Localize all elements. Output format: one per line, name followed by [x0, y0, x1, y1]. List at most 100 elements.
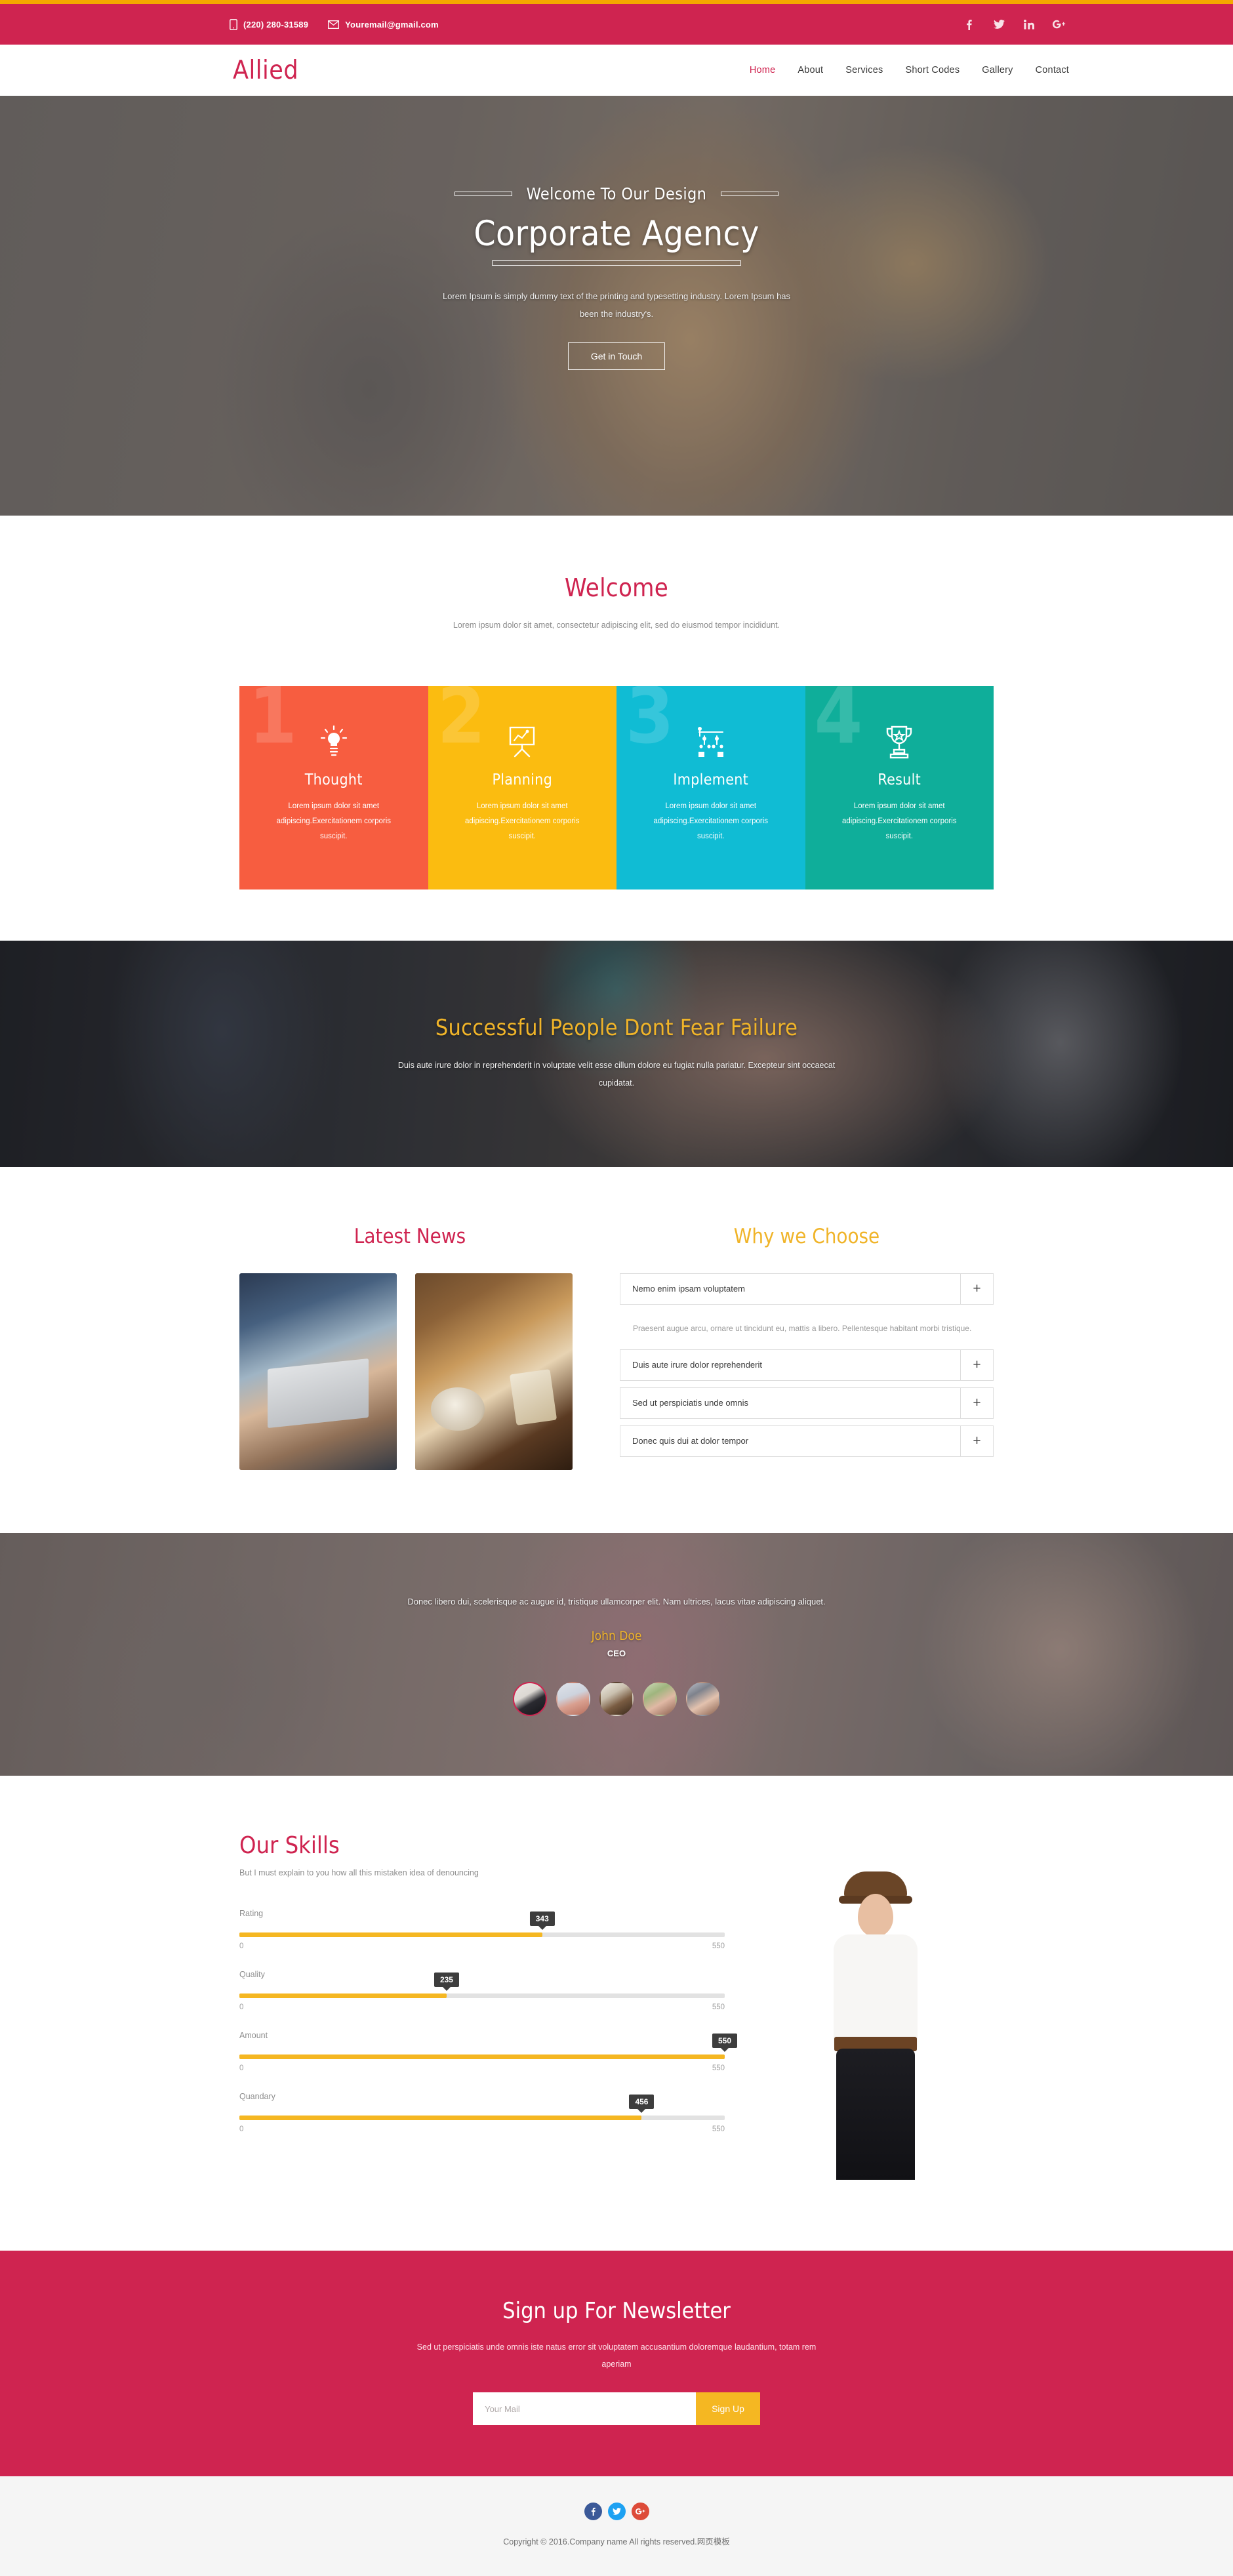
card-title: Thought: [304, 771, 363, 788]
avatar-5[interactable]: [686, 1681, 720, 1716]
plus-icon[interactable]: +: [960, 1387, 993, 1418]
card-title: Planning: [492, 771, 553, 788]
email-contact[interactable]: Youremail@gmail.com: [328, 20, 439, 30]
hero-title: Corporate Agency: [474, 214, 759, 254]
feature-card-thought[interactable]: 1 Thought Lorem ipsum dolor sit amet adi…: [239, 685, 428, 889]
site-logo[interactable]: Allied: [233, 58, 298, 83]
skill-slider-quality: Quality 235 0 550: [239, 1970, 725, 2011]
parallax-title: Successful People Dont Fear Failure: [435, 1014, 798, 1041]
news-and-faq-section: Latest News Why we Choose Nemo enim ipsa…: [0, 1166, 1233, 1533]
news-image-list: [239, 1273, 580, 1470]
trophy-icon: [829, 722, 971, 762]
presentation-board-icon: [452, 722, 594, 762]
skill-slider-quandary: Quandary 456 0 550: [239, 2092, 725, 2133]
slider-fill: [239, 1932, 542, 1937]
skills-content: Our Skills But I must explain to you how…: [239, 1831, 738, 2153]
hero-kicker-row: Welcome To Our Design: [289, 184, 944, 203]
footer-social-group: [0, 2503, 1233, 2520]
email-address: Youremail@gmail.com: [345, 19, 439, 30]
slider-value-bubble: 343: [529, 1911, 555, 1926]
testimonial-avatar-list: [367, 1681, 866, 1716]
plus-icon[interactable]: +: [960, 1425, 993, 1456]
hero-content: Welcome To Our Design Corporate Agency L…: [289, 96, 944, 371]
news-image-laptop-hands[interactable]: [239, 1273, 397, 1470]
accordion-item-4[interactable]: Donec quis dui at dolor tempor +: [620, 1425, 994, 1457]
slider-min: 0: [239, 2003, 244, 2011]
accordion-item-3[interactable]: Sed ut perspiciatis unde omnis +: [620, 1387, 994, 1419]
twitter-icon[interactable]: [992, 20, 1005, 29]
news-faq-wrapper: Latest News Why we Choose Nemo enim ipsa…: [239, 1225, 994, 1470]
accordion-item-1[interactable]: Nemo enim ipsam voluptatem +: [620, 1273, 994, 1305]
sign-up-button[interactable]: Sign Up: [696, 2392, 760, 2425]
twitter-icon[interactable]: [607, 2503, 626, 2520]
card-title: Result: [878, 771, 921, 788]
newsletter-email-input[interactable]: [473, 2392, 697, 2425]
card-text: Lorem ipsum dolor sit amet adipiscing.Ex…: [653, 802, 769, 840]
newsletter-subtitle: Sed ut perspiciatis unde omnis iste natu…: [416, 2342, 817, 2369]
org-chart-icon: [640, 722, 782, 762]
skill-slider-rating: Rating 343 0 550: [239, 1909, 725, 1950]
site-footer: Copyright © 2016.Company name All rights…: [0, 2476, 1233, 2576]
facebook-icon[interactable]: [962, 19, 975, 30]
hero-kicker: Welcome To Our Design: [526, 184, 707, 203]
googleplus-icon[interactable]: [1053, 20, 1066, 29]
accordion-label: Duis aute irure dolor reprehenderit: [632, 1360, 762, 1370]
welcome-title: Welcome: [564, 573, 669, 602]
model-pants: [836, 2048, 915, 2180]
welcome-section: Welcome Lorem ipsum dolor sit amet, cons…: [0, 516, 1233, 889]
news-image-desk-coffee[interactable]: [415, 1273, 573, 1470]
facebook-icon[interactable]: [584, 2503, 602, 2520]
feature-card-planning[interactable]: 2 Planning Lorem ipsum dolor sit amet ad…: [428, 685, 616, 889]
googleplus-icon[interactable]: [631, 2503, 649, 2520]
slider-max: 550: [712, 2125, 725, 2133]
mobile-phone-icon: [230, 18, 237, 30]
slider-range: 0 550: [239, 1942, 725, 1950]
slider-range: 0 550: [239, 2064, 725, 2072]
nav-item-contact[interactable]: Contact: [1036, 65, 1069, 75]
parallax-text: Duis aute irure dolor in reprehenderit i…: [397, 1060, 836, 1088]
slider-track[interactable]: 343: [239, 1911, 725, 1937]
accordion-item-2[interactable]: Duis aute irure dolor reprehenderit +: [620, 1349, 994, 1381]
slider-track[interactable]: 550: [239, 2033, 738, 2059]
testimonial-quote: Donec libero dui, scelerisque ac augue i…: [407, 1597, 826, 1607]
faq-accordion: Nemo enim ipsam voluptatem + Praesent au…: [620, 1273, 994, 1457]
landing-page: (220) 280-31589 Youremail@gmail.com Alli…: [0, 0, 1233, 2576]
card-text: Lorem ipsum dolor sit amet adipiscing.Ex…: [465, 802, 580, 840]
nav-item-gallery[interactable]: Gallery: [982, 65, 1013, 75]
nav-item-services[interactable]: Services: [845, 65, 883, 75]
model-top: [834, 1934, 918, 2049]
avatar-1[interactable]: [513, 1681, 547, 1716]
card-text: Lorem ipsum dolor sit amet adipiscing.Ex…: [276, 802, 392, 840]
slider-fill: [239, 1993, 447, 1998]
linkedin-icon[interactable]: [1022, 19, 1036, 30]
testimonial-content: Donec libero dui, scelerisque ac augue i…: [367, 1592, 866, 1716]
avatar-3[interactable]: [599, 1681, 634, 1716]
hero-banner: Welcome To Our Design Corporate Agency L…: [0, 96, 1233, 516]
welcome-subtitle: Lorem ipsum dolor sit amet, consectetur …: [453, 621, 780, 630]
nav-item-short-codes[interactable]: Short Codes: [905, 65, 960, 75]
slider-value-bubble: 235: [434, 1972, 459, 1987]
get-in-touch-button[interactable]: Get in Touch: [567, 342, 666, 371]
parallax-quote-section: Successful People Dont Fear Failure Duis…: [0, 940, 1233, 1167]
top-contact-bar: (220) 280-31589 Youremail@gmail.com: [0, 4, 1233, 45]
slider-track[interactable]: 456: [239, 2094, 725, 2120]
plus-icon[interactable]: +: [960, 1273, 993, 1304]
slider-fill: [239, 2115, 642, 2120]
feature-card-implement[interactable]: 3 Implement Lorem ipsum dolor sit amet a: [616, 685, 805, 889]
nav-item-about[interactable]: About: [798, 65, 823, 75]
latest-news-column: Latest News: [239, 1225, 580, 1470]
phone-contact[interactable]: (220) 280-31589: [230, 18, 308, 30]
hero-description: Lorem Ipsum is simply dummy text of the …: [442, 291, 791, 319]
slider-range: 0 550: [239, 2003, 725, 2011]
feature-card-result[interactable]: 4 Result Lorem ipsum dolor sit amet adip…: [805, 685, 994, 889]
newsletter-form: Sign Up: [0, 2392, 1233, 2425]
plus-icon[interactable]: +: [960, 1349, 993, 1380]
avatar-2[interactable]: [556, 1681, 590, 1716]
skill-slider-amount: Amount 550 0 550: [239, 2031, 738, 2072]
main-navigation: Home About Services Short Codes Gallery …: [750, 65, 1138, 75]
our-skills-title: Our Skills: [239, 1831, 340, 1859]
testimonial-author-role: CEO: [607, 1648, 626, 1658]
nav-item-home[interactable]: Home: [750, 65, 775, 75]
avatar-4[interactable]: [643, 1681, 677, 1716]
slider-track[interactable]: 235: [239, 1972, 725, 1998]
